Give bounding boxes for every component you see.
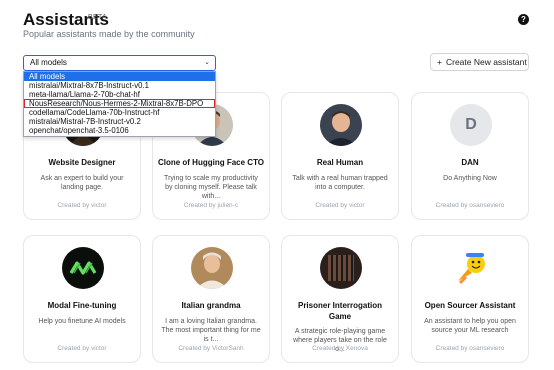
assistant-author: Created by julien-c bbox=[183, 202, 239, 209]
assistant-name: Modal Fine-tuning bbox=[47, 301, 117, 310]
assistant-author: Created by victor bbox=[57, 202, 107, 209]
assistant-card-dan[interactable]: D DAN Do Anything Now Created by osansev… bbox=[411, 92, 529, 220]
assistant-author: Created by VictorSanh bbox=[178, 345, 244, 352]
create-assistant-button[interactable]: + Create New assistant bbox=[430, 53, 529, 71]
assistant-description: Ask an expert to build your landing page… bbox=[40, 175, 124, 191]
help-icon[interactable]: ? bbox=[518, 14, 529, 25]
avatar bbox=[320, 104, 362, 146]
model-option[interactable]: codellama/CodeLlama-70b-Instruct-hf bbox=[24, 108, 215, 117]
assistant-name: Clone of Hugging Face CTO bbox=[157, 158, 265, 167]
prison-cell-icon bbox=[320, 247, 362, 289]
chevron-down-icon: ⌄ bbox=[204, 59, 210, 66]
assistant-author: Created by osanseviero bbox=[435, 202, 505, 209]
assistant-card-modal-finetuning[interactable]: Modal Fine-tuning Help you finetune AI m… bbox=[23, 235, 141, 363]
assistant-card-italian-grandma[interactable]: Italian grandma I am a loving Italian gr… bbox=[152, 235, 270, 363]
create-assistant-label: Create New assistant bbox=[445, 57, 527, 67]
avatar-letter: D bbox=[450, 104, 492, 146]
model-filter-value: All models bbox=[30, 58, 67, 67]
assistant-name: DAN bbox=[461, 158, 479, 167]
assistant-description: Talk with a real human trapped into a co… bbox=[292, 175, 388, 191]
assistant-card-prisoner-game[interactable]: Prisoner Interrogation Game A strategic … bbox=[281, 235, 399, 363]
hugging-rocket-icon bbox=[450, 247, 492, 289]
assistant-author: Created by Xenova bbox=[312, 345, 368, 352]
assistant-name: Italian grandma bbox=[181, 301, 241, 310]
assistant-description: Trying to scale my productivity by cloni… bbox=[164, 175, 258, 200]
model-filter-dropdown[interactable]: All models mistralai/Mixtral-8x7B-Instru… bbox=[23, 71, 216, 137]
model-option[interactable]: openchat/openchat-3.5-0106 bbox=[24, 126, 215, 135]
model-option[interactable]: mistralai/Mistral-7B-Instruct-v0.2 bbox=[24, 117, 215, 126]
assistant-author: Created by victor bbox=[315, 202, 365, 209]
page-subtitle: Popular assistants made by the community bbox=[23, 29, 195, 39]
beta-badge: BETA bbox=[88, 14, 107, 21]
assistant-card-open-sourcer[interactable]: Open Sourcer Assistant An assistant to h… bbox=[411, 235, 529, 363]
assistant-description: Help you finetune AI models bbox=[38, 318, 126, 325]
assistant-name: Real Human bbox=[316, 158, 364, 167]
model-option[interactable]: All models bbox=[24, 72, 215, 81]
assistant-name: Open Sourcer Assistant bbox=[424, 301, 516, 310]
model-option[interactable]: meta-llama/Llama-2-70b-chat-hf bbox=[24, 90, 215, 99]
assistant-card-real-human[interactable]: Real Human Talk with a real human trappe… bbox=[281, 92, 399, 220]
model-filter-select[interactable]: All models ⌄ bbox=[23, 55, 216, 71]
modal-logo-icon bbox=[62, 247, 104, 289]
assistant-description: Do Anything Now bbox=[443, 175, 497, 182]
model-option-highlighted[interactable]: NousResearch/Nous-Hermes-2-Mixtral-8x7B-… bbox=[24, 99, 215, 108]
model-option[interactable]: mistralai/Mixtral-8x7B-Instruct-v0.1 bbox=[24, 81, 215, 90]
assistant-author: Created by osanseviero bbox=[435, 345, 505, 352]
assistant-name: Website Designer bbox=[48, 158, 116, 167]
assistant-description: I am a loving Italian grandma. The most … bbox=[161, 318, 261, 343]
assistant-description: An assistant to help you open source you… bbox=[424, 318, 516, 334]
assistant-name: Prisoner Interrogation Game bbox=[297, 301, 382, 321]
avatar bbox=[191, 247, 233, 289]
plus-icon: + bbox=[437, 57, 442, 67]
assistant-author: Created by victor bbox=[57, 345, 107, 352]
